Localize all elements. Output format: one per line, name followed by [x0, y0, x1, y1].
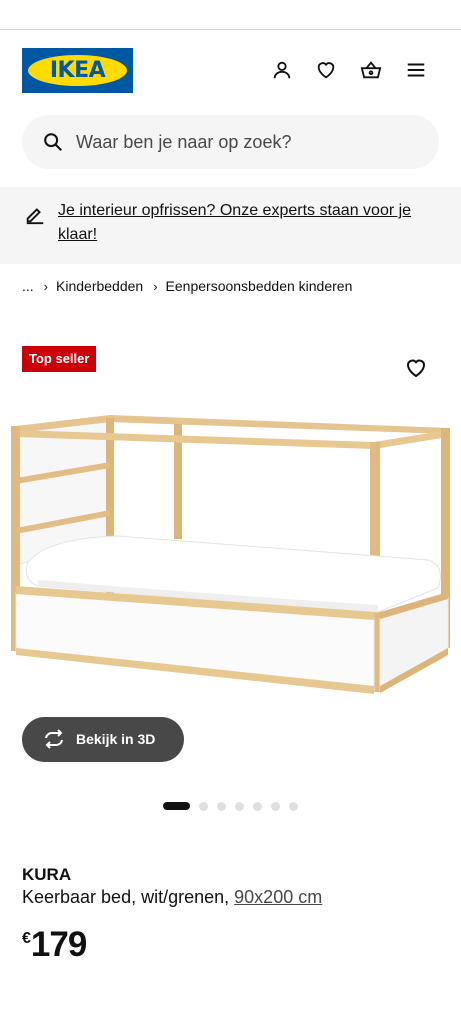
- product-name: KURA: [22, 865, 72, 884]
- gallery-pagination: [163, 801, 307, 811]
- chevron-right-icon: ›: [153, 278, 158, 294]
- top-divider: [0, 29, 461, 30]
- gallery-dot[interactable]: [289, 801, 298, 811]
- promo-banner: Je interieur opfrissen? Onze experts sta…: [0, 187, 461, 264]
- breadcrumb-item-eenpersoonsbedden[interactable]: Eenpersoonsbedden kinderen: [166, 278, 353, 294]
- add-to-favourites-heart-icon[interactable]: [404, 356, 428, 380]
- product-price: € 179: [22, 925, 87, 965]
- heart-icon[interactable]: [314, 58, 338, 82]
- breadcrumb-item-kinderbedden[interactable]: Kinderbedden: [56, 278, 143, 294]
- rotate-3d-icon: [42, 729, 66, 749]
- product-image[interactable]: [8, 400, 455, 700]
- gallery-dot-active[interactable]: [163, 802, 190, 810]
- breadcrumb: ... › Kinderbedden › Eenpersoonsbedden k…: [22, 276, 352, 296]
- view-in-3d-button[interactable]: Bekijk in 3D: [22, 717, 184, 762]
- search-placeholder: Waar ben je naar op zoek?: [76, 132, 292, 152]
- pencil-icon: [24, 203, 46, 225]
- top-seller-badge: Top seller: [22, 346, 97, 372]
- product-type: Keerbaar bed, wit/grenen,: [22, 887, 230, 907]
- search-input[interactable]: Waar ben je naar op zoek?: [22, 115, 439, 169]
- gallery-dot[interactable]: [217, 801, 226, 811]
- site-header: IKEA: [0, 44, 461, 98]
- kura-bed-illustration: [11, 415, 450, 694]
- account-icon[interactable]: [270, 58, 294, 82]
- gallery-dot[interactable]: [199, 801, 208, 811]
- search-icon: [42, 131, 64, 153]
- gallery-dot[interactable]: [235, 801, 244, 811]
- menu-icon[interactable]: [404, 58, 428, 82]
- price-amount: 179: [30, 925, 87, 964]
- ikea-logo[interactable]: IKEA: [22, 48, 133, 93]
- chevron-right-icon: ›: [43, 278, 49, 294]
- basket-icon[interactable]: [359, 58, 383, 82]
- logo-text: IKEA: [49, 58, 106, 83]
- gallery-dot[interactable]: [271, 801, 280, 811]
- gallery-dot[interactable]: [253, 801, 262, 811]
- price-currency: €: [22, 930, 31, 947]
- product-description: Keerbaar bed, wit/grenen, 90x200 cm: [22, 887, 322, 908]
- view-in-3d-label: Bekijk in 3D: [76, 731, 156, 747]
- breadcrumb-ellipsis[interactable]: ...: [22, 278, 34, 294]
- product-size-link[interactable]: 90x200 cm: [234, 887, 322, 907]
- experts-link[interactable]: Je interieur opfrissen? Onze experts sta…: [58, 199, 438, 247]
